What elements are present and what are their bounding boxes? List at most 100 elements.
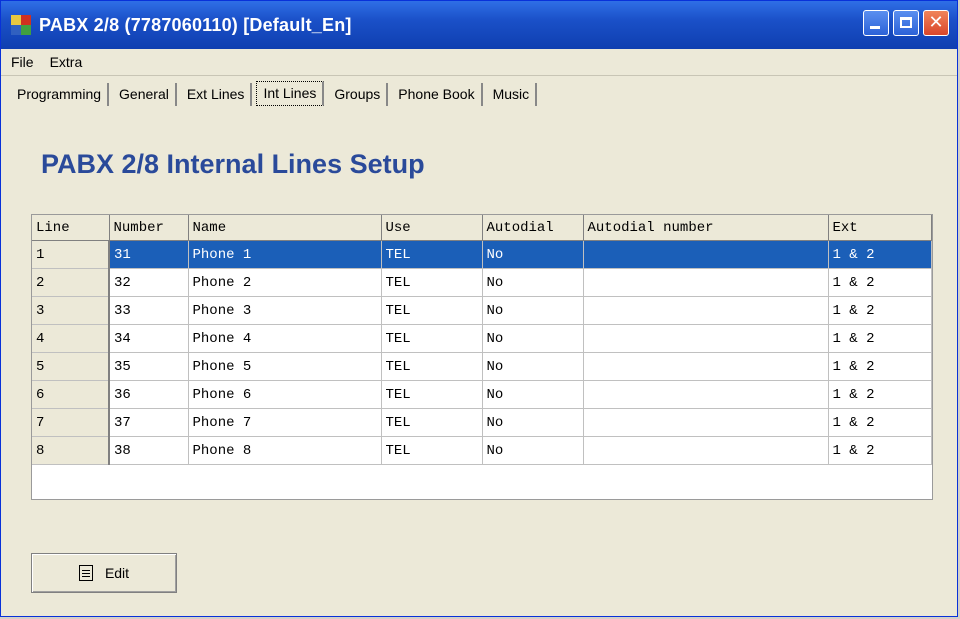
cell-use: TEL [381, 296, 483, 325]
cell-use: TEL [381, 380, 483, 409]
close-icon: ✕ [928, 12, 944, 33]
cell-line: 5 [32, 352, 110, 381]
cell-autodial-number [583, 436, 829, 465]
close-button[interactable]: ✕ [923, 10, 949, 36]
cell-ext: 1 & 2 [828, 268, 932, 297]
title-buttons: ✕ [863, 10, 949, 36]
cell-autodial-number [583, 240, 829, 269]
cell-autodial: No [482, 324, 584, 353]
cell-line: 1 [32, 240, 110, 269]
cell-line: 6 [32, 380, 110, 409]
cell-use: TEL [381, 240, 483, 269]
cell-autodial-number [583, 268, 829, 297]
minimize-icon [870, 26, 880, 29]
cell-number: 37 [109, 408, 189, 437]
cell-autodial: No [482, 436, 584, 465]
table-row[interactable]: 8 38 Phone 8 TEL No 1 & 2 [32, 436, 932, 465]
tab-phone-book[interactable]: Phone Book [392, 83, 483, 106]
minimize-button[interactable] [863, 10, 889, 36]
tab-bar: Programming General Ext Lines Int Lines … [1, 76, 957, 106]
cell-number: 31 [109, 240, 189, 269]
cell-name: Phone 5 [188, 352, 382, 381]
cell-autodial: No [482, 380, 584, 409]
table-body: 1 31 Phone 1 TEL No 1 & 2 2 32 Phone 2 TEL No 1 & 2… [32, 240, 932, 465]
cell-number: 34 [109, 324, 189, 353]
maximize-button[interactable] [893, 10, 919, 36]
cell-name: Phone 3 [188, 296, 382, 325]
tab-music[interactable]: Music [487, 83, 538, 106]
column-header-name[interactable]: Name [188, 215, 382, 241]
cell-number: 33 [109, 296, 189, 325]
cell-autodial: No [482, 352, 584, 381]
edit-button-label: Edit [104, 565, 130, 581]
tab-programming[interactable]: Programming [11, 83, 110, 106]
table-row[interactable]: 2 32 Phone 2 TEL No 1 & 2 [32, 268, 932, 297]
column-header-number[interactable]: Number [109, 215, 189, 241]
cell-use: TEL [381, 352, 483, 381]
cell-number: 35 [109, 352, 189, 381]
menu-bar: File Extra [1, 49, 957, 76]
column-header-ext[interactable]: Ext [828, 215, 932, 241]
lines-grid[interactable]: Line Number Name Use Autodial Autodial n… [31, 214, 933, 500]
cell-number: 36 [109, 380, 189, 409]
edit-button[interactable]: Edit [31, 553, 177, 593]
table-row[interactable]: 1 31 Phone 1 TEL No 1 & 2 [32, 240, 932, 269]
app-icon [11, 15, 31, 35]
cell-autodial-number [583, 380, 829, 409]
cell-ext: 1 & 2 [828, 240, 932, 269]
column-header-line[interactable]: Line [32, 215, 110, 241]
table-row[interactable]: 4 34 Phone 4 TEL No 1 & 2 [32, 324, 932, 353]
cell-line: 2 [32, 268, 110, 297]
cell-number: 32 [109, 268, 189, 297]
cell-ext: 1 & 2 [828, 380, 932, 409]
column-header-autodial-number[interactable]: Autodial number [583, 215, 829, 241]
cell-autodial: No [482, 268, 584, 297]
table-row[interactable]: 7 37 Phone 7 TEL No 1 & 2 [32, 408, 932, 437]
cell-ext: 1 & 2 [828, 436, 932, 465]
tab-general[interactable]: General [113, 83, 177, 106]
menu-file[interactable]: File [11, 54, 34, 70]
window-title: PABX 2/8 (7787060110) [Default_En] [39, 14, 352, 35]
cell-autodial: No [482, 240, 584, 269]
table-row[interactable]: 5 35 Phone 5 TEL No 1 & 2 [32, 352, 932, 381]
menu-extra[interactable]: Extra [50, 54, 83, 70]
maximize-icon [900, 17, 912, 28]
tab-ext-lines[interactable]: Ext Lines [181, 83, 253, 106]
lines-table: Line Number Name Use Autodial Autodial n… [32, 215, 932, 465]
cell-autodial: No [482, 408, 584, 437]
title-bar[interactable]: PABX 2/8 (7787060110) [Default_En] ✕ [1, 1, 957, 49]
document-icon [78, 565, 93, 581]
cell-name: Phone 6 [188, 380, 382, 409]
cell-autodial-number [583, 352, 829, 381]
column-header-use[interactable]: Use [381, 215, 483, 241]
table-header-row: Line Number Name Use Autodial Autodial n… [32, 215, 932, 241]
tab-int-lines[interactable]: Int Lines [256, 81, 325, 106]
cell-ext: 1 & 2 [828, 324, 932, 353]
cell-autodial-number [583, 408, 829, 437]
tab-groups[interactable]: Groups [328, 83, 389, 106]
table-row[interactable]: 6 36 Phone 6 TEL No 1 & 2 [32, 380, 932, 409]
cell-name: Phone 8 [188, 436, 382, 465]
cell-line: 7 [32, 408, 110, 437]
cell-use: TEL [381, 408, 483, 437]
cell-number: 38 [109, 436, 189, 465]
cell-name: Phone 4 [188, 324, 382, 353]
cell-ext: 1 & 2 [828, 352, 932, 381]
cell-autodial-number [583, 324, 829, 353]
column-header-autodial[interactable]: Autodial [482, 215, 584, 241]
page-title: PABX 2/8 Internal Lines Setup [41, 149, 425, 179]
cell-name: Phone 1 [188, 240, 382, 269]
cell-autodial: No [482, 296, 584, 325]
app-window: PABX 2/8 (7787060110) [Default_En] ✕ Fil… [0, 0, 958, 617]
cell-ext: 1 & 2 [828, 296, 932, 325]
cell-name: Phone 7 [188, 408, 382, 437]
table-row[interactable]: 3 33 Phone 3 TEL No 1 & 2 [32, 296, 932, 325]
cell-name: Phone 2 [188, 268, 382, 297]
cell-use: TEL [381, 436, 483, 465]
cell-line: 8 [32, 436, 110, 465]
cell-autodial-number [583, 296, 829, 325]
cell-use: TEL [381, 268, 483, 297]
cell-use: TEL [381, 324, 483, 353]
cell-ext: 1 & 2 [828, 408, 932, 437]
cell-line: 3 [32, 296, 110, 325]
